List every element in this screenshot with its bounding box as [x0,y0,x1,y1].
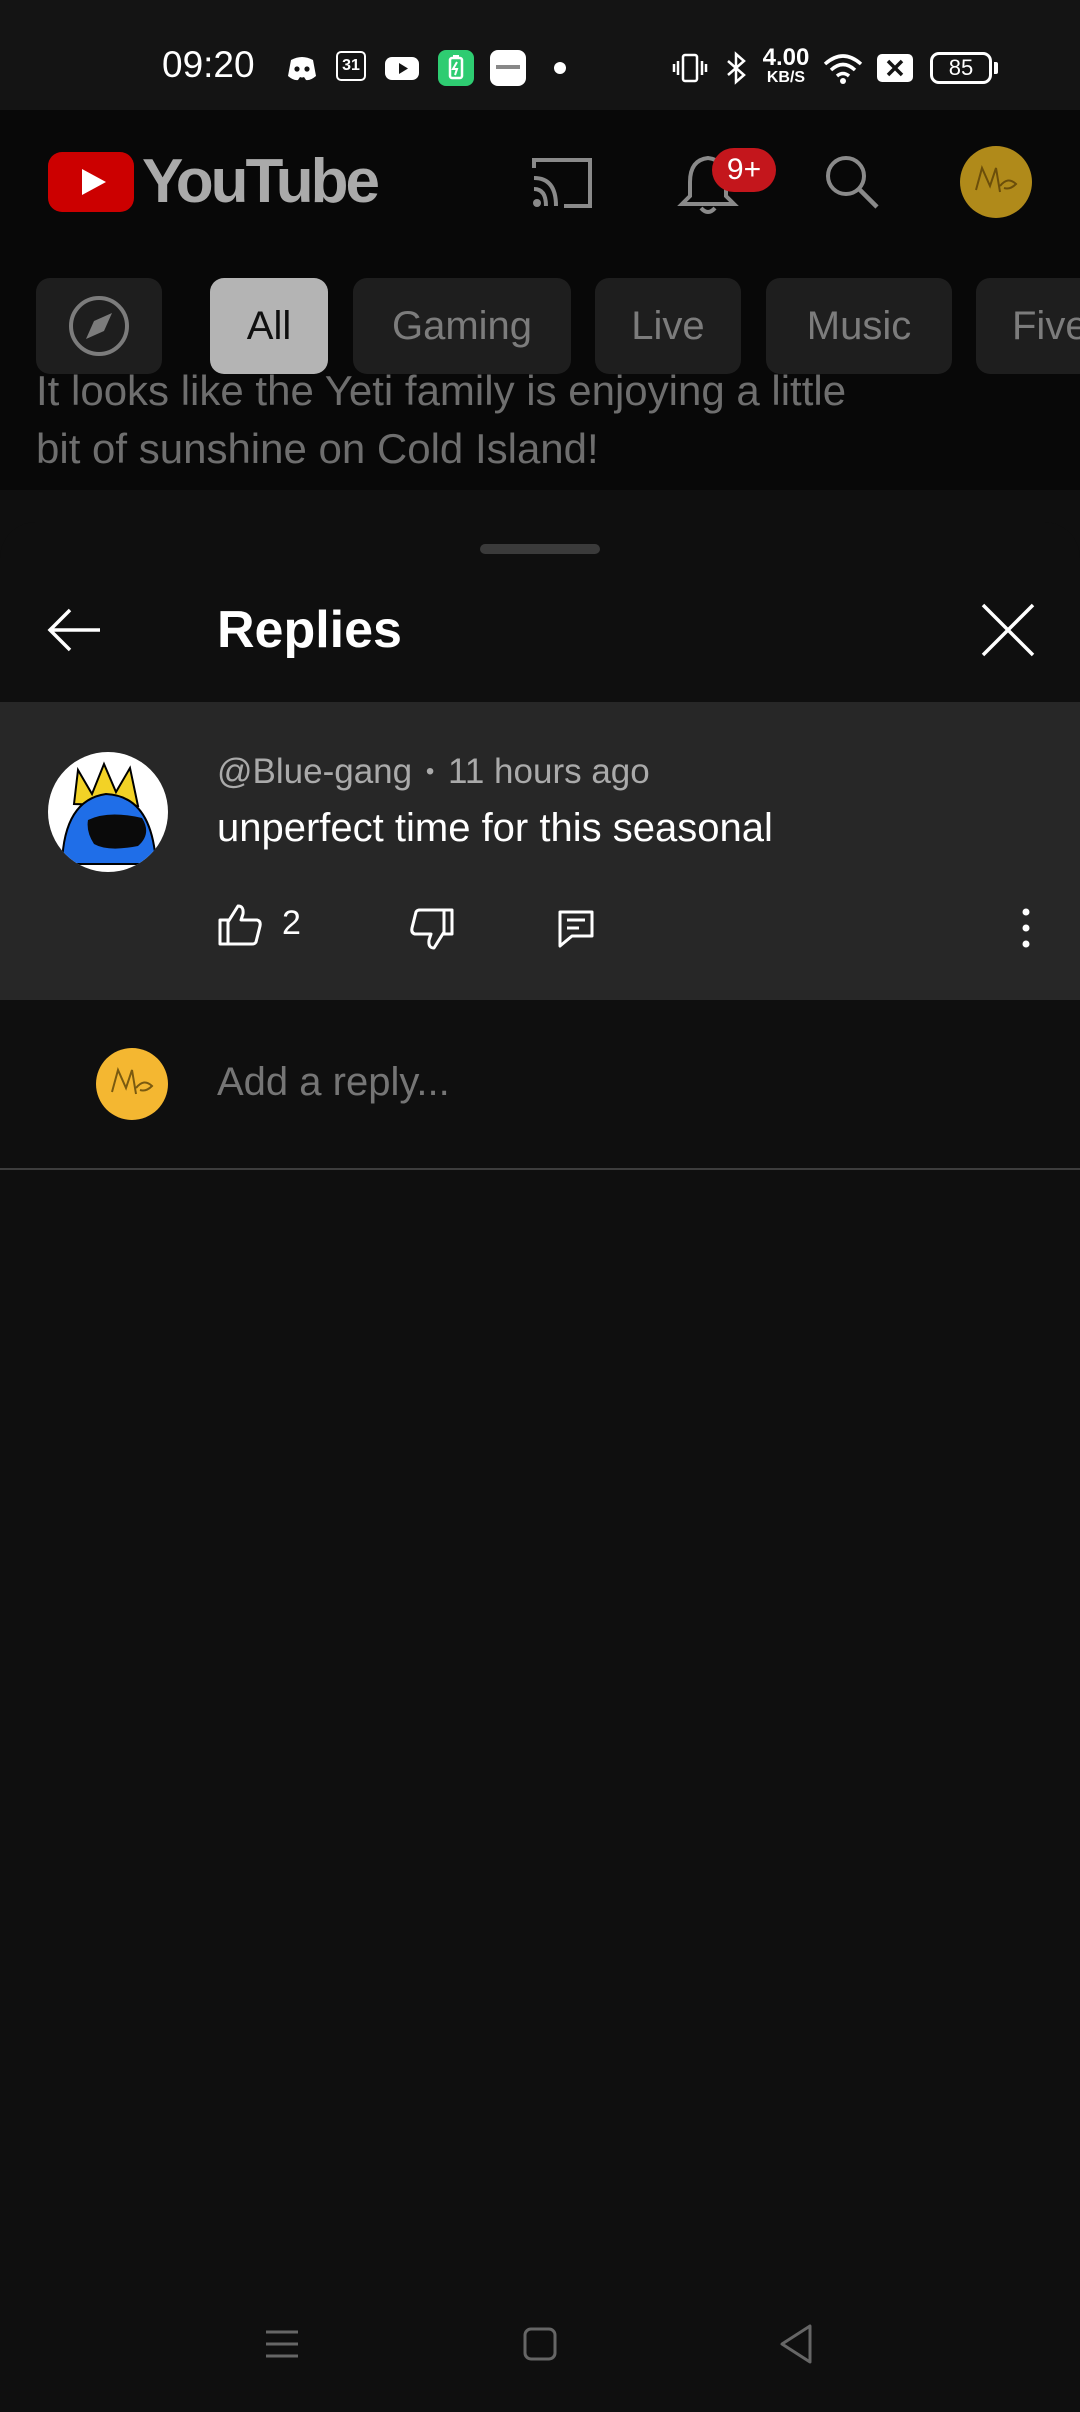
no-sim-icon [877,54,913,82]
network-speed-unit: KB/S [766,69,806,86]
vibrate-icon [672,53,708,83]
notification-badge: 9+ [712,148,776,192]
chip-gaming[interactable]: Gaming [353,278,571,374]
sheet-title: Replies [217,601,402,659]
add-reply-input[interactable] [217,1060,997,1105]
comment-author[interactable]: @Blue-gang [217,752,412,791]
explore-chip[interactable] [36,278,162,374]
more-notifications-dot [554,62,566,74]
comment-author-avatar[interactable] [48,752,168,872]
status-time: 09:20 [162,44,255,85]
more-options-icon[interactable] [1010,904,1042,952]
recents-menu-icon[interactable] [262,2324,302,2364]
blue-monster-avatar-icon [60,761,158,865]
wifi-icon [823,54,863,84]
like-thumbs-up-icon[interactable] [216,900,264,948]
signature-avatar-icon [111,1067,154,1095]
calendar-icon: 31 [336,51,366,81]
chip-five[interactable]: Five [976,278,1080,374]
background-comment-line2: bit of sunshine on Cold Island! [36,425,599,472]
app-notification-icon [490,50,526,86]
chip-live[interactable]: Live [595,278,741,374]
back-triangle-icon[interactable] [776,2322,816,2366]
compass-icon [69,296,129,356]
chip-all[interactable]: All [210,278,328,374]
discord-icon [288,57,316,81]
network-speed-value: 4.00 [762,44,810,71]
battery-tip [994,62,998,74]
comment-time: 11 hours ago [447,752,650,791]
my-avatar [96,1048,168,1120]
youtube-notification-icon [385,57,419,80]
battery-level: 85 [948,55,974,80]
close-icon[interactable] [978,600,1038,660]
comment-text: unperfect time for this seasonal [217,806,773,850]
status-bar: 09:20 31 4.00 KB/S 85 [0,0,1080,110]
like-count: 2 [282,904,301,942]
network-speed: 4.00 KB/S [756,46,816,86]
comment-meta: @Blue-gang • 11 hours ago [217,752,650,792]
youtube-logo-icon[interactable] [48,152,134,212]
youtube-wordmark[interactable]: YouTube [142,146,380,217]
meta-separator: • [425,758,435,785]
reply-comment-icon[interactable] [554,906,598,950]
cast-icon[interactable] [530,156,594,210]
dislike-thumbs-down-icon[interactable] [408,906,456,954]
battery-icon: 85 [930,52,992,84]
signature-avatar-icon [975,165,1018,193]
bluetooth-icon [727,51,746,85]
battery-saver-app-icon [438,50,474,86]
calendar-day: 31 [342,57,360,74]
search-icon[interactable] [822,152,882,212]
chip-music[interactable]: Music [766,278,952,374]
back-arrow-icon[interactable] [44,600,104,660]
sheet-drag-handle[interactable] [480,544,600,554]
home-square-icon[interactable] [520,2324,560,2364]
account-avatar[interactable] [960,146,1032,218]
reply-comment [0,702,1080,1000]
